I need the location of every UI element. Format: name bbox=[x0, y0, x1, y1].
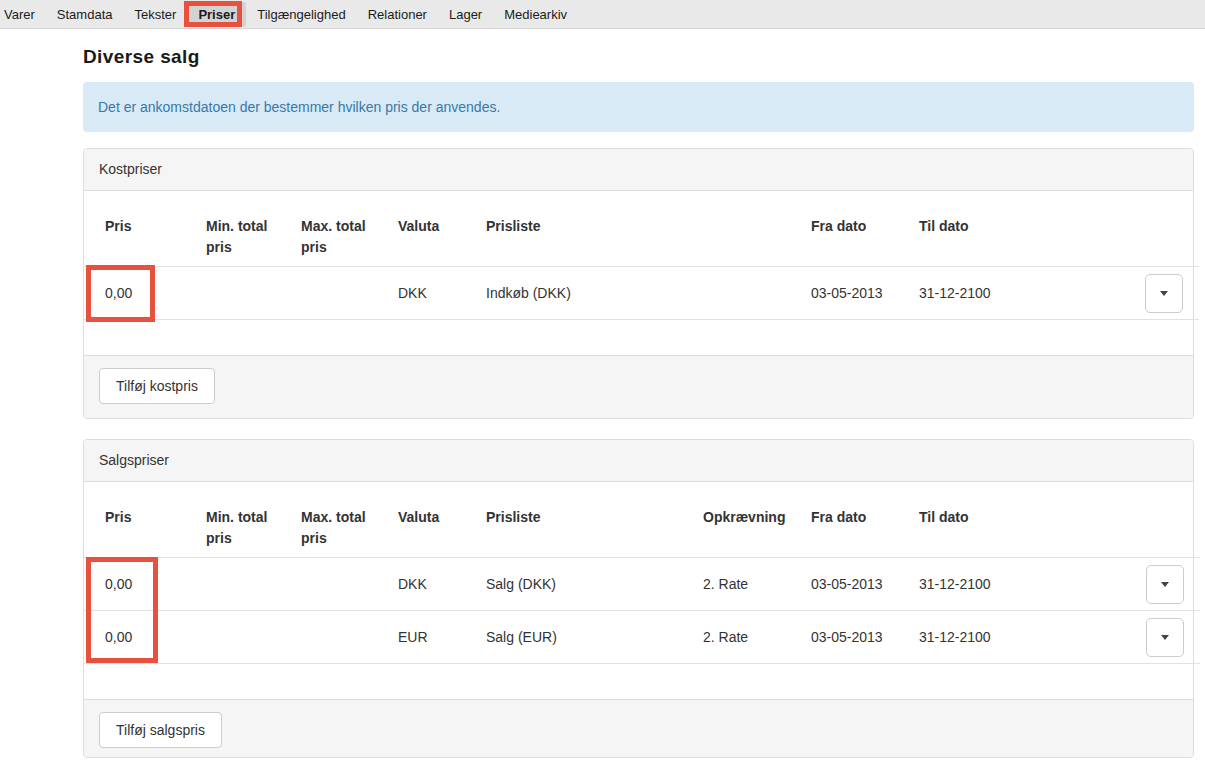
cell-til-dato: 31-12-2100 bbox=[911, 267, 1023, 320]
cell-max-total-pris bbox=[293, 611, 390, 664]
cell-pris: 0,00 bbox=[84, 611, 198, 664]
table-gap bbox=[84, 664, 1193, 699]
cell-min-total-pris bbox=[198, 611, 293, 664]
cell-min-total-pris bbox=[198, 558, 293, 611]
col-min-total-pris: Min. total pris bbox=[198, 482, 293, 558]
cell-til-dato: 31-12-2100 bbox=[911, 558, 1023, 611]
salgspriser-table: Pris Min. total pris Max. total pris Val… bbox=[84, 482, 1200, 664]
cell-fra-dato: 03-05-2013 bbox=[803, 611, 911, 664]
cell-fra-dato: 03-05-2013 bbox=[803, 267, 911, 320]
col-til-dato: Til dato bbox=[911, 482, 1023, 558]
col-valuta: Valuta bbox=[390, 482, 478, 558]
kostpriser-card-footer: Tilføj kostpris bbox=[84, 355, 1193, 418]
tab-priser[interactable]: Priser bbox=[187, 2, 246, 27]
cell-opkraevning: 2. Rate bbox=[695, 611, 803, 664]
kostpriser-table: Pris Min. total pris Max. total pris Val… bbox=[84, 191, 1199, 320]
col-actions bbox=[1023, 482, 1200, 558]
col-til-dato: Til dato bbox=[911, 191, 1023, 267]
kostpriser-card: Kostpriser Pris Min. total pris Max. tot… bbox=[83, 148, 1194, 419]
chevron-down-icon bbox=[1160, 291, 1168, 296]
chevron-down-icon bbox=[1161, 635, 1169, 640]
cell-fra-dato: 03-05-2013 bbox=[803, 558, 911, 611]
row-actions-dropdown[interactable] bbox=[1146, 618, 1184, 657]
chevron-down-icon bbox=[1161, 582, 1169, 587]
row-actions-dropdown[interactable] bbox=[1146, 565, 1184, 604]
col-actions bbox=[1023, 191, 1199, 267]
col-valuta: Valuta bbox=[390, 191, 478, 267]
salgspriser-card-footer: Tilføj salgspris bbox=[84, 699, 1193, 757]
col-fra-dato: Fra dato bbox=[803, 482, 911, 558]
cell-valuta: DKK bbox=[390, 558, 478, 611]
add-salgspris-button[interactable]: Tilføj salgspris bbox=[99, 712, 222, 748]
cell-valuta: EUR bbox=[390, 611, 478, 664]
tab-tilgaengelighed[interactable]: Tilgængelighed bbox=[246, 2, 356, 27]
table-row: 0,00 DKK Salg (DKK) 2. Rate 03-05-2013 3… bbox=[84, 558, 1200, 611]
tab-relationer[interactable]: Relationer bbox=[357, 2, 438, 27]
tab-stamdata[interactable]: Stamdata bbox=[46, 2, 124, 27]
col-pris: Pris bbox=[84, 482, 198, 558]
tab-lager[interactable]: Lager bbox=[438, 2, 493, 27]
cell-prisliste: Indkøb (DKK) bbox=[478, 267, 803, 320]
cell-prisliste: Salg (EUR) bbox=[478, 611, 695, 664]
salgspriser-card-title: Salgspriser bbox=[84, 440, 1193, 482]
cell-pris: 0,00 bbox=[84, 558, 198, 611]
col-max-total-pris: Max. total pris bbox=[293, 191, 390, 267]
col-prisliste: Prisliste bbox=[478, 482, 695, 558]
cell-til-dato: 31-12-2100 bbox=[911, 611, 1023, 664]
tab-tekster[interactable]: Tekster bbox=[123, 2, 187, 27]
row-actions-dropdown[interactable] bbox=[1145, 274, 1183, 313]
page-title: Diverse salg bbox=[83, 46, 1194, 68]
cell-max-total-pris bbox=[293, 558, 390, 611]
salgspriser-card: Salgspriser Pris Min. total pris Max. to… bbox=[83, 439, 1194, 758]
info-banner: Det er ankomstdatoen der bestemmer hvilk… bbox=[83, 82, 1194, 132]
table-row: 0,00 DKK Indkøb (DKK) 03-05-2013 31-12-2… bbox=[84, 267, 1199, 320]
tab-varer[interactable]: Varer bbox=[0, 2, 46, 27]
col-prisliste: Prisliste bbox=[478, 191, 803, 267]
col-min-total-pris: Min. total pris bbox=[198, 191, 293, 267]
table-gap bbox=[84, 320, 1193, 355]
col-opkraevning: Opkrævning bbox=[695, 482, 803, 558]
cell-min-total-pris bbox=[198, 267, 293, 320]
cell-pris: 0,00 bbox=[84, 267, 198, 320]
cell-opkraevning: 2. Rate bbox=[695, 558, 803, 611]
cell-prisliste: Salg (DKK) bbox=[478, 558, 695, 611]
col-fra-dato: Fra dato bbox=[803, 191, 911, 267]
tab-mediearkiv[interactable]: Mediearkiv bbox=[493, 2, 578, 27]
add-kostpris-button[interactable]: Tilføj kostpris bbox=[99, 368, 215, 404]
cell-max-total-pris bbox=[293, 267, 390, 320]
kostpriser-card-title: Kostpriser bbox=[84, 149, 1193, 191]
top-nav: Varer Stamdata Tekster Priser Tilgængeli… bbox=[0, 0, 1205, 29]
table-row: 0,00 EUR Salg (EUR) 2. Rate 03-05-2013 3… bbox=[84, 611, 1200, 664]
col-max-total-pris: Max. total pris bbox=[293, 482, 390, 558]
cell-valuta: DKK bbox=[390, 267, 478, 320]
col-pris: Pris bbox=[84, 191, 198, 267]
